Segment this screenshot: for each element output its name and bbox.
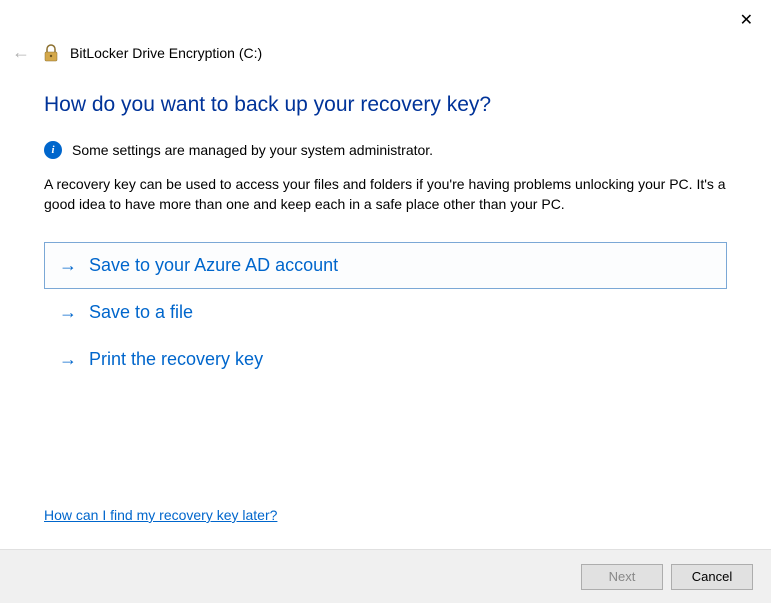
arrow-right-icon: → bbox=[59, 302, 77, 323]
cancel-button[interactable]: Cancel bbox=[671, 564, 753, 590]
admin-info-row: i Some settings are managed by your syst… bbox=[44, 141, 727, 159]
option-save-file[interactable]: → Save to a file bbox=[44, 289, 727, 336]
option-print-key[interactable]: → Print the recovery key bbox=[44, 336, 727, 383]
description-text: A recovery key can be used to access you… bbox=[44, 175, 727, 214]
arrow-right-icon: → bbox=[59, 349, 77, 370]
back-arrow-icon[interactable]: ← bbox=[10, 40, 32, 65]
info-icon: i bbox=[44, 141, 62, 159]
options-list: → Save to your Azure AD account → Save t… bbox=[44, 242, 727, 383]
option-save-azure[interactable]: → Save to your Azure AD account bbox=[44, 242, 727, 289]
footer: Next Cancel bbox=[0, 549, 771, 603]
window-title: BitLocker Drive Encryption (C:) bbox=[70, 45, 262, 61]
content-area: How do you want to back up your recovery… bbox=[0, 65, 771, 383]
arrow-right-icon: → bbox=[59, 255, 77, 276]
header: ← BitLocker Drive Encryption (C:) bbox=[0, 0, 771, 65]
close-button[interactable]: ✕ bbox=[740, 10, 753, 30]
main-heading: How do you want to back up your recovery… bbox=[44, 93, 727, 117]
option-label: Save to your Azure AD account bbox=[89, 255, 338, 276]
help-link[interactable]: How can I find my recovery key later? bbox=[44, 507, 277, 523]
next-button[interactable]: Next bbox=[581, 564, 663, 590]
admin-info-text: Some settings are managed by your system… bbox=[72, 142, 433, 158]
bitlocker-icon bbox=[42, 44, 60, 62]
option-label: Save to a file bbox=[89, 302, 193, 323]
option-label: Print the recovery key bbox=[89, 349, 263, 370]
